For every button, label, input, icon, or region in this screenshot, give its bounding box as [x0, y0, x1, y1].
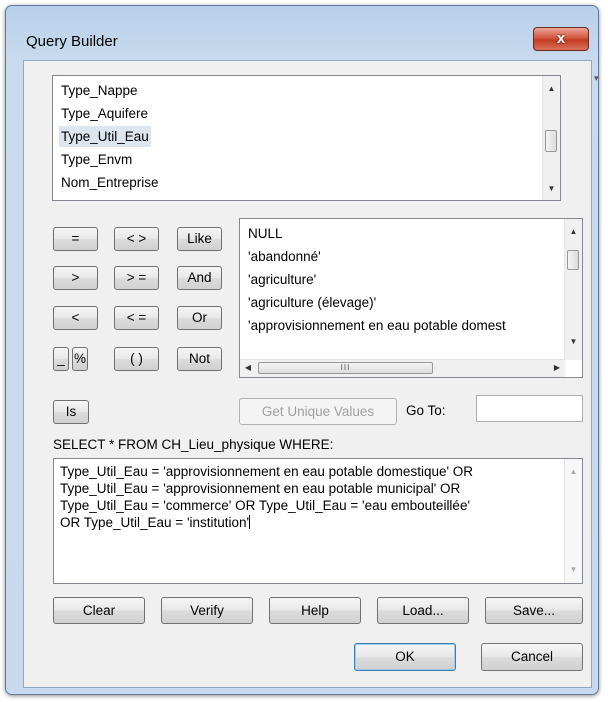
scroll-thumb[interactable]: [567, 250, 579, 270]
expression-line: Type_Util_Eau = 'approvisionnement en ea…: [60, 481, 461, 496]
value-item[interactable]: 'approvisionnement en eau potable domest: [246, 315, 508, 336]
equals-button[interactable]: =: [53, 227, 98, 251]
scroll-right-arrow-icon[interactable]: ▶: [551, 363, 563, 372]
help-button[interactable]: Help: [269, 597, 361, 624]
field-item[interactable]: Type_Nappe: [59, 80, 140, 101]
values-vertical-scrollbar[interactable]: ▲ ▼: [564, 219, 582, 360]
dialog-body: Type_Nappe Type_Aquifere Type_Util_Eau T…: [23, 60, 599, 688]
get-unique-values-button[interactable]: Get Unique Values: [239, 398, 397, 425]
greater-equal-button[interactable]: > =: [114, 266, 159, 290]
expression-line: Type_Util_Eau = 'approvisionnement en ea…: [60, 464, 474, 479]
scroll-up-arrow-icon[interactable]: ▲: [543, 84, 560, 93]
field-item[interactable]: Nom_Entreprise: [59, 172, 161, 193]
like-button[interactable]: Like: [177, 227, 222, 251]
scroll-up-arrow-icon[interactable]: ▲: [565, 467, 582, 476]
or-button[interactable]: Or: [177, 306, 222, 330]
scroll-thumb[interactable]: III: [258, 362, 433, 374]
expression-text[interactable]: Type_Util_Eau = 'approvisionnement en ea…: [60, 463, 562, 531]
value-item[interactable]: NULL: [246, 223, 285, 244]
less-than-button[interactable]: <: [53, 306, 98, 330]
scroll-thumb[interactable]: [545, 130, 557, 152]
window-title: Query Builder: [26, 33, 118, 50]
load-button[interactable]: Load...: [377, 597, 469, 624]
is-button[interactable]: Is: [53, 400, 89, 424]
query-builder-window: Query Builder x Type_Nappe Type_Aquifere…: [5, 5, 599, 695]
values-horizontal-scrollbar[interactable]: ◀ III ▶: [240, 359, 565, 377]
scroll-down-arrow-icon[interactable]: ▼: [543, 184, 560, 193]
percent-button[interactable]: %: [72, 347, 88, 371]
verify-button[interactable]: Verify: [161, 597, 253, 624]
scroll-down-arrow-icon[interactable]: ▼: [565, 337, 582, 346]
sql-prefix-label: SELECT * FROM CH_Lieu_physique WHERE:: [53, 437, 334, 452]
not-equals-button[interactable]: < >: [114, 227, 159, 251]
value-item[interactable]: 'abandonné': [246, 246, 323, 267]
scroll-left-arrow-icon[interactable]: ◀: [242, 363, 254, 372]
goto-input[interactable]: [476, 395, 583, 422]
less-equal-button[interactable]: < =: [114, 306, 159, 330]
value-item[interactable]: 'agriculture': [246, 269, 318, 290]
field-list[interactable]: Type_Nappe Type_Aquifere Type_Util_Eau T…: [52, 75, 561, 201]
field-item[interactable]: Type_Aquifere: [59, 103, 150, 124]
greater-than-button[interactable]: >: [53, 266, 98, 290]
clear-button[interactable]: Clear: [53, 597, 145, 624]
field-item[interactable]: Type_Envm: [59, 149, 134, 170]
resize-gripper-icon[interactable]: ▾: [594, 73, 599, 84]
goto-label: Go To:: [406, 403, 446, 418]
parentheses-button[interactable]: ( ): [114, 347, 159, 371]
text-caret: [249, 515, 251, 529]
value-item[interactable]: 'agriculture (élevage)': [246, 292, 378, 313]
expression-line: Type_Util_Eau = 'commerce' OR Type_Util_…: [60, 498, 471, 513]
underscore-button[interactable]: _: [53, 347, 69, 371]
not-button[interactable]: Not: [177, 347, 222, 371]
cancel-button[interactable]: Cancel: [481, 643, 583, 671]
save-button[interactable]: Save...: [485, 597, 583, 624]
scroll-up-arrow-icon[interactable]: ▲: [565, 227, 582, 236]
and-button[interactable]: And: [177, 266, 222, 290]
close-button[interactable]: x: [533, 27, 589, 51]
expression-textarea[interactable]: Type_Util_Eau = 'approvisionnement en ea…: [53, 458, 583, 584]
unique-values-list[interactable]: NULL 'abandonné' 'agriculture' 'agricult…: [239, 218, 583, 378]
scroll-down-arrow-icon[interactable]: ▼: [565, 565, 582, 574]
field-list-scrollbar[interactable]: ▲ ▼: [542, 76, 560, 200]
expression-scrollbar[interactable]: ▲ ▼: [564, 459, 582, 583]
ok-button[interactable]: OK: [354, 643, 456, 671]
field-item-selected[interactable]: Type_Util_Eau: [59, 126, 151, 147]
expression-line: OR Type_Util_Eau = 'institution': [60, 515, 250, 530]
